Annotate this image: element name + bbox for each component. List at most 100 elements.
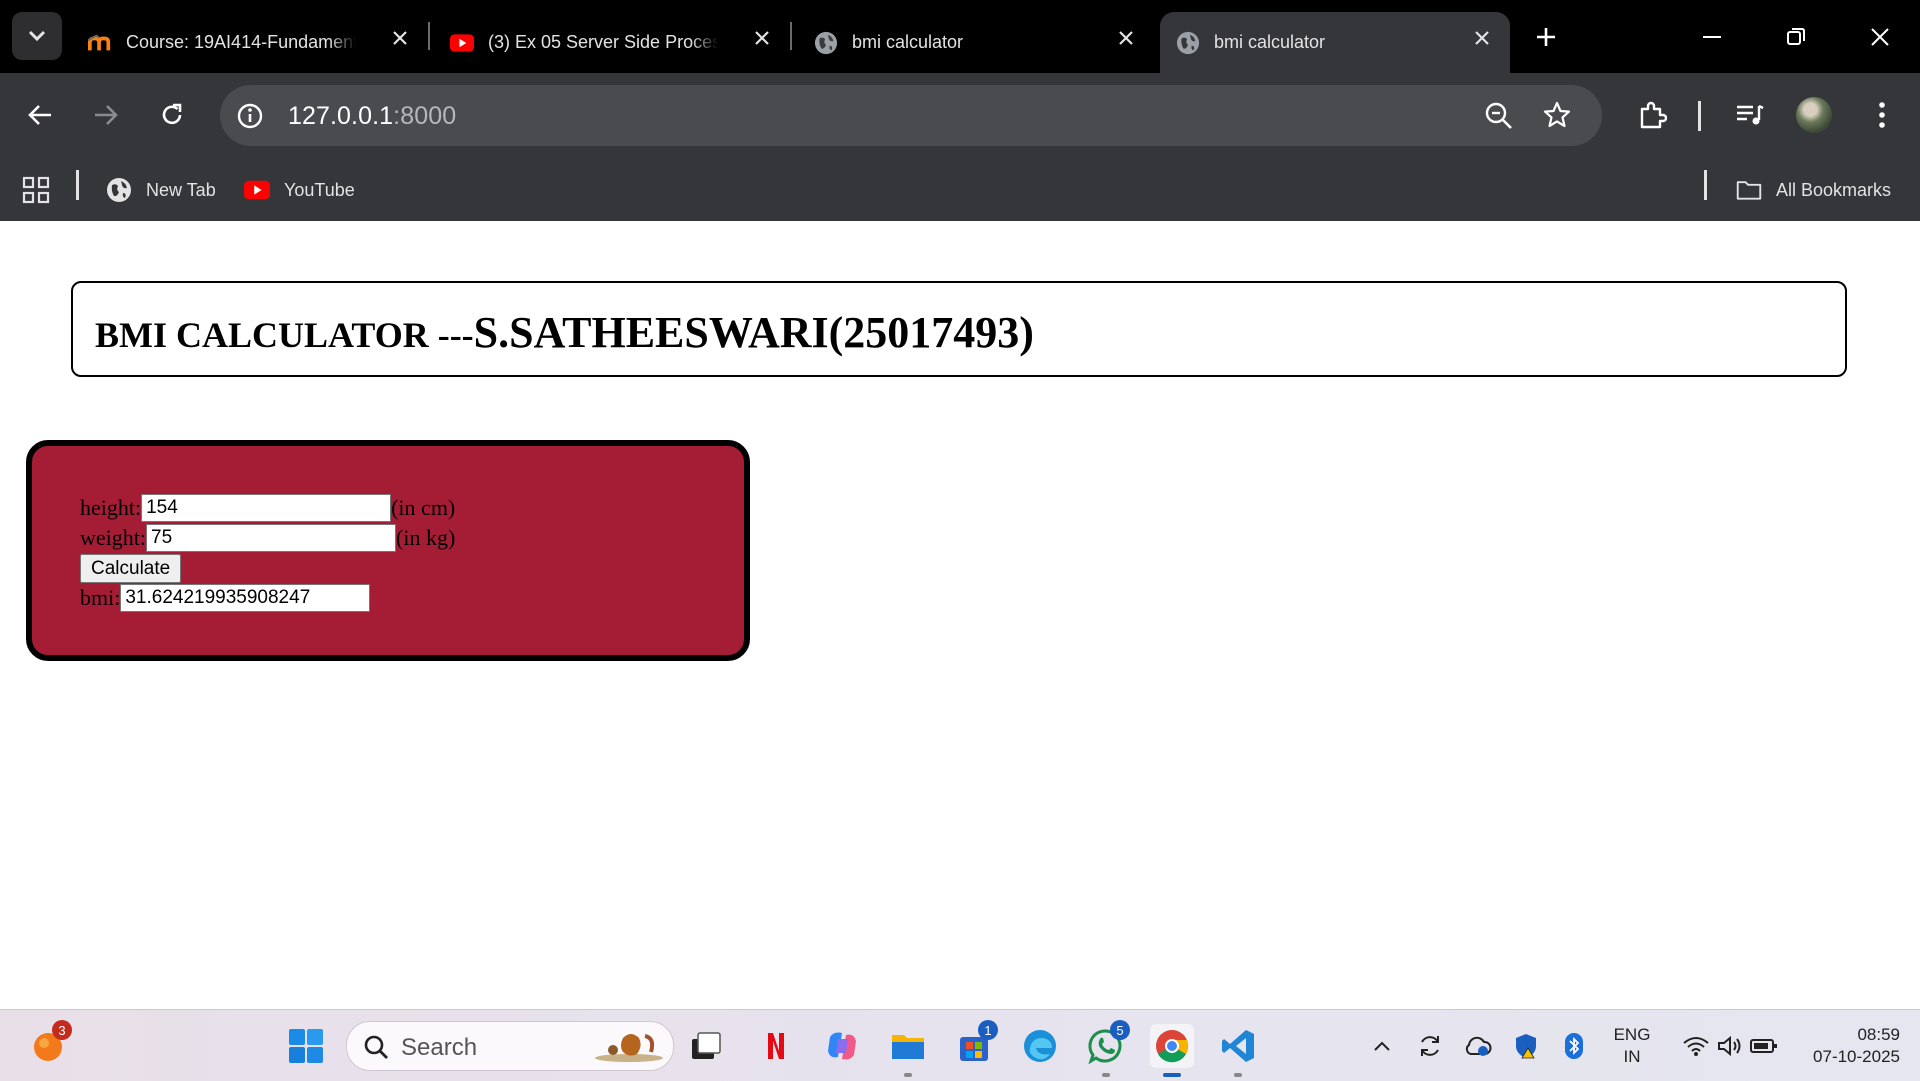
bmi-label: bmi: [80,585,121,610]
arrow-left-icon [28,105,51,125]
task-view-button[interactable] [684,1024,728,1068]
tab-bmi-active[interactable]: bmi calculator [1160,12,1510,73]
widgets-button[interactable]: 3 [26,1020,72,1068]
site-info-icon[interactable] [236,102,264,135]
netflix-app[interactable] [754,1024,798,1068]
file-explorer-app[interactable] [886,1024,930,1077]
weight-input[interactable] [146,524,396,552]
close-tab-icon[interactable] [1468,24,1496,52]
active-indicator [1163,1073,1181,1077]
show-hidden-icons-button[interactable] [1362,1024,1402,1068]
puzzle-icon [1640,101,1667,129]
globe-icon [1176,31,1200,55]
vscode-app[interactable] [1216,1024,1260,1077]
restore-icon [1787,28,1805,45]
media-control-button[interactable] [1730,95,1770,135]
bookmark-new-tab[interactable]: New Tab [106,174,216,206]
calculate-button[interactable]: Calculate [80,554,182,583]
bmi-form: height: (in cm) weight: (in kg) Calculat… [26,440,750,661]
edge-icon [1024,1030,1056,1062]
moodle-icon [88,31,112,55]
tab-search-button[interactable] [12,12,62,60]
bookmarks-separator [1704,170,1707,200]
whatsapp-badge: 5 [1110,1020,1130,1040]
copilot-icon [828,1032,856,1060]
page-content: BMI CALCULATOR ---S.SATHEESWARI(25017493… [0,221,1920,1009]
back-button[interactable] [20,95,60,135]
clock[interactable]: 08:59 07-10-2025 [1790,1024,1900,1068]
weight-unit: (in kg) [396,525,456,550]
wifi-icon [1683,1037,1709,1056]
bookmark-label: YouTube [284,179,355,200]
chevron-up-icon [1374,1041,1390,1051]
minimize-icon [1703,36,1721,38]
extensions-button[interactable] [1632,95,1672,135]
bmi-output[interactable] [120,584,371,612]
arrow-right-icon [95,105,118,125]
tab-separator [428,22,430,50]
volume-icon [1718,1035,1741,1057]
clock-date: 07-10-2025 [1813,1047,1900,1066]
tab-title: (3) Ex 05 Server Side Processing [488,32,718,52]
url-text[interactable]: 127.0.0.1:8000 [288,102,456,131]
onedrive-tray-icon[interactable] [1458,1024,1498,1068]
globe-icon [814,31,838,55]
restore-button[interactable] [1776,18,1816,56]
zoom-icon[interactable] [1484,101,1514,136]
bookmark-star-icon[interactable] [1542,100,1572,135]
page-title: BMI CALCULATOR ---S.SATHEESWARI(25017493… [95,307,1034,358]
close-icon [1871,28,1889,46]
chrome-app[interactable] [1150,1024,1194,1077]
close-tab-icon[interactable] [386,24,414,52]
netflix-icon [768,1033,784,1059]
address-bar[interactable]: 127.0.0.1:8000 [220,85,1602,146]
height-unit: (in cm) [391,495,456,520]
bmi-row: bmi: [80,584,371,612]
apps-grid-icon [22,176,50,204]
close-window-button[interactable] [1860,18,1900,56]
whatsapp-app[interactable]: 5 [1084,1020,1130,1077]
folder-icon [892,1035,924,1059]
tab-youtube[interactable]: (3) Ex 05 Server Side Processing [450,12,776,73]
all-bookmarks-button[interactable]: All Bookmarks [1736,174,1891,206]
sync-tray-icon[interactable] [1410,1024,1450,1068]
close-tab-icon[interactable] [1112,24,1140,52]
apps-button[interactable] [22,174,50,206]
edge-app[interactable] [1018,1024,1062,1068]
microsoft-store-app[interactable]: 1 [952,1020,998,1068]
height-input[interactable] [141,494,392,522]
quick-settings-button[interactable] [1670,1024,1790,1068]
search-icon [363,1034,389,1065]
security-tray-icon[interactable] [1506,1024,1546,1068]
tab-course[interactable]: Course: 19AI414-Fundamentals [88,12,414,73]
reload-button[interactable] [152,95,192,135]
running-indicator [904,1073,912,1077]
profile-avatar[interactable] [1796,97,1832,133]
bluetooth-tray-icon[interactable] [1554,1024,1594,1068]
minimize-button[interactable] [1692,18,1732,56]
media-queue-icon [1737,104,1764,125]
bookmarks-separator [76,170,79,200]
clock-time: 08:59 [1857,1025,1900,1044]
task-view-icon [692,1032,721,1059]
shield-icon [1516,1034,1536,1059]
url-host: 127.0.0.1 [288,102,394,130]
start-button[interactable] [284,1024,328,1068]
tab-bmi-1[interactable]: bmi calculator [814,12,1140,73]
language-line-1: ENG [1613,1025,1651,1044]
close-tab-icon[interactable] [748,24,776,52]
taskbar-search[interactable]: Search [346,1021,674,1071]
notification-badge: 3 [52,1020,72,1040]
new-tab-button[interactable] [1526,18,1566,56]
more-vert-icon [1879,102,1885,128]
bookmark-youtube[interactable]: YouTube [244,174,355,206]
bookmark-label: New Tab [146,179,216,200]
forward-button[interactable] [86,95,126,135]
menu-button[interactable] [1862,95,1902,135]
language-indicator[interactable]: ENG IN [1608,1024,1656,1068]
running-indicator [1102,1073,1110,1077]
chevron-down-icon [28,30,46,42]
copilot-app[interactable] [820,1024,864,1068]
tab-title: bmi calculator [852,32,964,52]
windows-taskbar: 3 Search 1 5 ENG IN 08:59 07-10-2025 [0,1009,1920,1081]
